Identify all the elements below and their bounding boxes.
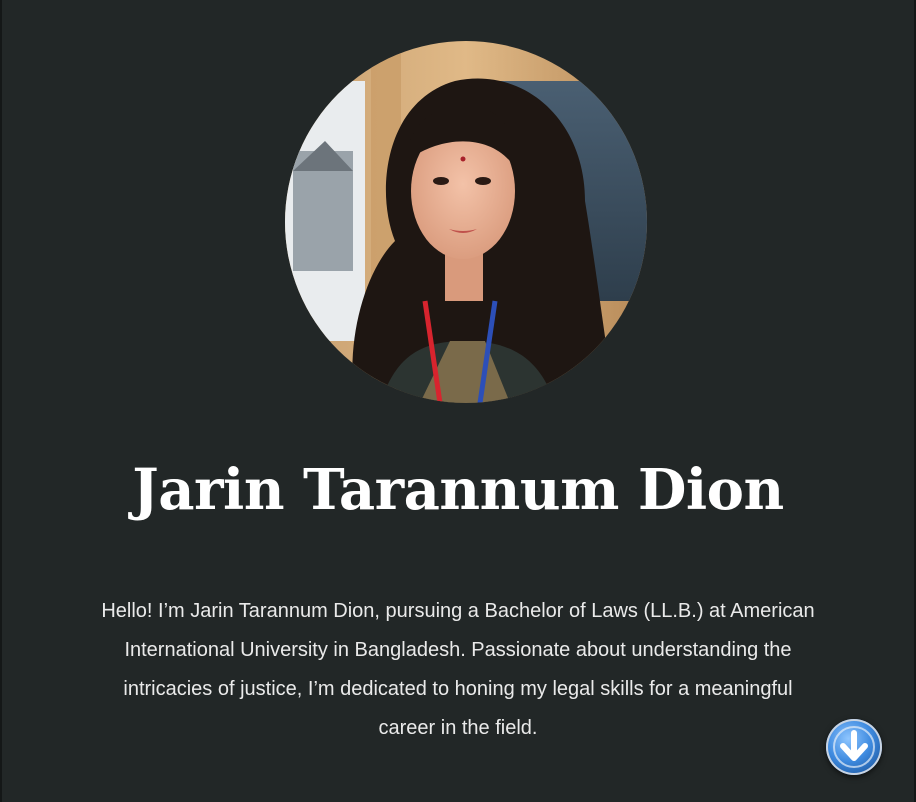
scroll-down-button[interactable] — [826, 719, 882, 775]
profile-bio: Hello! I’m Jarin Tarannum Dion, pursuing… — [101, 600, 815, 739]
profile-photo — [285, 41, 647, 403]
profile-name: Jarin Tarannum Dion — [132, 457, 784, 523]
arrow-down-icon — [833, 726, 875, 768]
